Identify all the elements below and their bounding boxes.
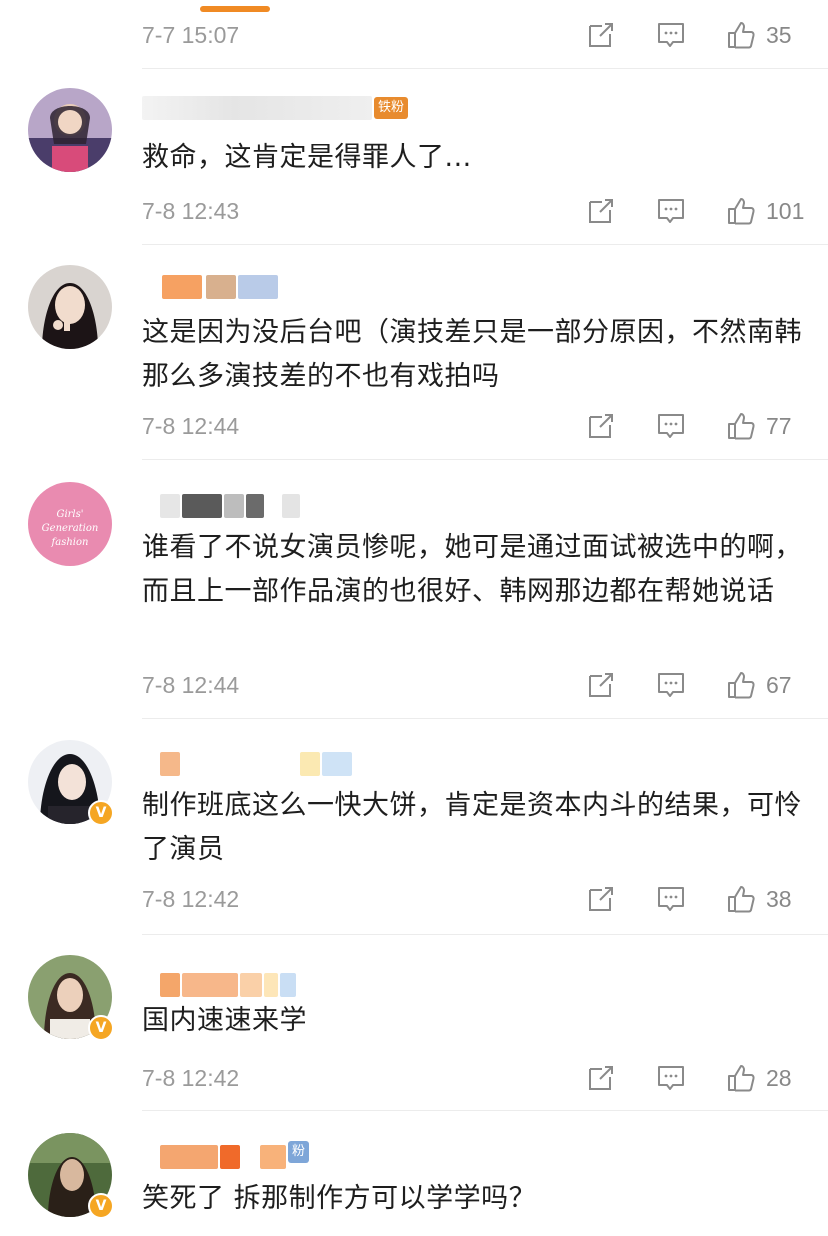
avatar[interactable]: Girls' Generation fashion (28, 482, 112, 566)
comment-actions: 67 (584, 668, 806, 702)
comment-meta: 7-8 12:44 67 (142, 668, 806, 702)
avatar[interactable] (28, 88, 112, 172)
comment-actions: 35 (584, 18, 806, 52)
comment-time: 7-8 12:43 (142, 198, 240, 224)
thumbs-up-icon[interactable] (724, 409, 758, 443)
like-count: 67 (766, 672, 792, 698)
comment-time: 7-8 12:42 (142, 1065, 240, 1091)
comment-icon[interactable] (654, 668, 688, 702)
divider (142, 1110, 828, 1111)
comment-meta: 7-8 12:43 101 (142, 194, 806, 228)
comment-actions: 101 (584, 194, 806, 228)
avatar[interactable] (28, 265, 112, 349)
share-icon[interactable] (584, 409, 618, 443)
comment-text: 这是因为没后台吧（演技差只是一部分原因，不然南韩那么多演技差的不也有戏拍吗 (142, 317, 802, 392)
fan-badge: 粉 (288, 1141, 310, 1163)
username-redacted[interactable] (142, 752, 362, 780)
share-icon[interactable] (584, 668, 618, 702)
comment-actions: 77 (584, 409, 806, 443)
thumbs-up-icon[interactable] (724, 1061, 758, 1095)
thumbs-up-icon[interactable] (724, 194, 758, 228)
like-count: 77 (766, 413, 792, 439)
share-icon[interactable] (584, 1061, 618, 1095)
like-count: 38 (766, 886, 792, 912)
avatar-caption: Girls' Generation fashion (41, 509, 99, 548)
comment-time: 7-8 12:44 (142, 413, 240, 439)
verified-badge: V (88, 800, 114, 826)
fan-badge: 铁粉 (374, 97, 409, 119)
share-icon[interactable] (584, 882, 618, 916)
username-redacted[interactable] (142, 275, 282, 303)
comment-time: 7-8 12:44 (142, 672, 240, 698)
comment-text: 谁看了不说女演员惨呢，她可是通过面试被选中的啊，而且上一部作品演的也很好、韩网那… (142, 532, 802, 607)
comment-icon[interactable] (654, 409, 688, 443)
username-redacted[interactable] (142, 973, 302, 1001)
thumbs-up-icon[interactable] (724, 882, 758, 916)
comment-icon[interactable] (654, 18, 688, 52)
divider (142, 718, 828, 719)
comment-time: 7-8 12:42 (142, 886, 240, 912)
username-redacted[interactable]: 粉 (142, 1141, 312, 1173)
divider (142, 459, 828, 460)
comment-meta: 7-7 15:07 35 (142, 18, 806, 52)
username-redacted[interactable] (142, 494, 302, 522)
comment-icon[interactable] (654, 194, 688, 228)
thumbs-up-icon[interactable] (724, 668, 758, 702)
username-redacted[interactable]: 铁粉 (142, 96, 412, 124)
comment-meta: 7-8 12:42 38 (142, 882, 806, 916)
comment-icon[interactable] (654, 1061, 688, 1095)
share-icon[interactable] (584, 18, 618, 52)
divider (142, 934, 828, 935)
comment-icon[interactable] (654, 882, 688, 916)
like-count: 28 (766, 1065, 792, 1091)
thumbs-up-icon[interactable] (724, 18, 758, 52)
comment-text: 制作班底这么一快大饼，肯定是资本内斗的结果，可怜了演员 (142, 790, 802, 865)
comment-text: 国内速速来学 (142, 1005, 307, 1036)
like-count: 101 (766, 198, 805, 224)
comment-meta: 7-8 12:44 77 (142, 409, 806, 443)
verified-badge: V (88, 1015, 114, 1041)
like-count: 35 (766, 22, 792, 48)
comment-text: 笑死了 拆那制作方可以学学吗？ (142, 1183, 537, 1214)
comment-time: 7-7 15:07 (142, 22, 240, 48)
comment-text: 救命，这肯定是得罪人了... (142, 142, 472, 173)
scroll-indicator (200, 6, 270, 12)
share-icon[interactable] (584, 194, 618, 228)
comment-actions: 28 (584, 1061, 806, 1095)
verified-badge: V (88, 1193, 114, 1219)
divider (142, 244, 828, 245)
comment-meta: 7-8 12:42 28 (142, 1061, 806, 1095)
comment-actions: 38 (584, 882, 806, 916)
divider (142, 68, 828, 69)
